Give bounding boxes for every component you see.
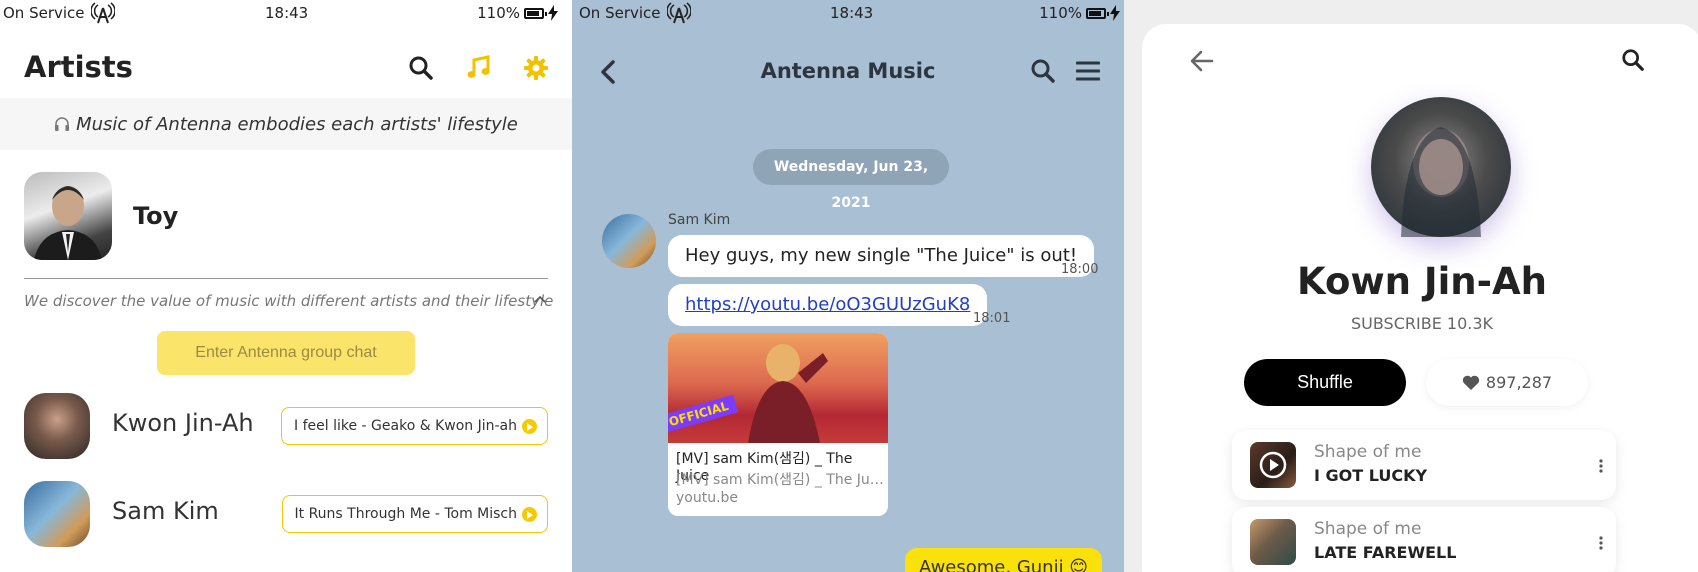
date-separator: Wednesday, Jun 23, 2021: [753, 149, 949, 211]
page-title: Artists: [24, 50, 133, 84]
sender-avatar[interactable]: [602, 214, 656, 268]
battery-indicator: 110%: [1039, 4, 1120, 22]
track-item[interactable]: Shape of me LATE FAREWELL: [1232, 507, 1616, 572]
battery-percent: 110%: [1039, 4, 1082, 22]
profile-name: Kown Jin-Ah: [1297, 260, 1547, 303]
reply-bubble[interactable]: Awesome, Gunji 😊: [905, 548, 1103, 572]
search-icon[interactable]: [1621, 48, 1645, 72]
signal-icon: [90, 2, 116, 28]
artist-avatar: [24, 393, 90, 459]
shuffle-button[interactable]: Shuffle: [1244, 359, 1406, 406]
song-title: It Runs Through Me - Tom Misch: [294, 506, 517, 522]
carrier-label: On Service: [3, 4, 85, 22]
clock: 18:43: [830, 4, 874, 22]
battery-icon: [524, 7, 547, 19]
chevron-up-icon[interactable]: [534, 294, 546, 304]
track-album: Shape of me: [1314, 442, 1422, 462]
menu-icon[interactable]: [1076, 60, 1100, 82]
message-bubble[interactable]: Hey guys, my new single "The Juice" is o…: [668, 235, 1095, 277]
intro-banner: Music of Antenna embodies each artists' …: [0, 98, 572, 150]
track-cover: [1250, 519, 1296, 565]
sender-name: Sam Kim: [668, 212, 731, 228]
like-count: 897,287: [1485, 373, 1553, 392]
profile-avatar: [1371, 97, 1511, 237]
battery-percent: 110%: [477, 4, 520, 22]
artists-screen: On Service 18:43 110% Artists Music of A…: [0, 0, 572, 572]
track-album: Shape of me: [1314, 519, 1422, 539]
track-title: I GOT LUCKY: [1314, 466, 1428, 485]
featured-description: We discover the value of music with diff…: [24, 292, 554, 310]
video-thumbnail[interactable]: OFFICIAL: [668, 333, 888, 443]
clock: 18:43: [265, 4, 309, 22]
chat-screen: On Service 18:43 110% Antenna Music Wedn…: [572, 0, 1124, 572]
search-icon[interactable]: [1030, 58, 1056, 84]
search-icon[interactable]: [408, 55, 434, 81]
artist-name: Sam Kim: [112, 497, 219, 525]
artist-avatar: [24, 481, 90, 547]
profile-card: Kown Jin-Ah SUBSCRIBE 10.3K Shuffle 897,…: [1142, 24, 1698, 572]
like-button[interactable]: 897,287: [1426, 359, 1588, 406]
artist-name: Kwon Jin-Ah: [112, 409, 254, 437]
charging-icon: [548, 5, 558, 21]
track-cover: [1250, 442, 1296, 488]
preview-subtitle: [MV] sam Kim(샘김) _ The Juice: [676, 472, 884, 488]
play-circle-icon[interactable]: [1250, 442, 1296, 488]
status-bar: On Service 18:43 110%: [572, 0, 1124, 28]
featured-artist-photo[interactable]: [24, 172, 112, 260]
gear-icon[interactable]: [523, 55, 549, 81]
enter-group-chat-button[interactable]: Enter Antenna group chat: [157, 331, 415, 375]
link-preview-card[interactable]: OFFICIAL [MV] sam Kim(샘김) _ The Juice [M…: [668, 333, 888, 516]
message-time: 18:01: [973, 311, 1011, 326]
subscriber-count: SUBSCRIBE 10.3K: [1350, 314, 1493, 333]
artist-row[interactable]: Sam Kim It Runs Through Me - Tom Misch: [24, 481, 548, 547]
track-title: LATE FAREWELL: [1314, 543, 1457, 562]
headphones-icon: [55, 117, 70, 131]
youtube-link[interactable]: https://youtu.be/oO3GUUzGuK8: [685, 294, 970, 315]
song-pill[interactable]: I feel like - Geako & Kwon Jin-ah: [281, 407, 548, 445]
play-icon[interactable]: [522, 507, 537, 522]
preview-domain: youtu.be: [676, 490, 739, 506]
battery-indicator: 110%: [477, 4, 558, 22]
artist-row[interactable]: Kwon Jin-Ah I feel like - Geako & Kwon J…: [24, 393, 548, 459]
banner-text: Music of Antenna embodies each artists' …: [76, 113, 518, 135]
link-bubble[interactable]: https://youtu.be/oO3GUUzGuK8: [668, 284, 988, 326]
charging-icon: [1110, 5, 1120, 21]
song-title: I feel like - Geako & Kwon Jin-ah: [294, 418, 517, 434]
status-bar: On Service 18:43 110%: [0, 0, 572, 28]
play-icon[interactable]: [522, 419, 537, 434]
artist-profile-screen: Kown Jin-Ah SUBSCRIBE 10.3K Shuffle 897,…: [1124, 0, 1698, 572]
featured-artist-name[interactable]: Toy: [133, 202, 178, 230]
signal-icon: [666, 2, 692, 28]
back-arrow-icon[interactable]: [1190, 50, 1214, 72]
carrier-label: On Service: [579, 4, 661, 22]
song-pill[interactable]: It Runs Through Me - Tom Misch: [281, 495, 548, 533]
more-vertical-icon[interactable]: [1598, 458, 1604, 474]
divider: [24, 278, 548, 279]
track-item[interactable]: Shape of me I GOT LUCKY: [1232, 430, 1616, 500]
message-time: 18:00: [1061, 262, 1099, 277]
heart-icon: [1462, 375, 1480, 390]
more-vertical-icon[interactable]: [1598, 535, 1604, 551]
battery-icon: [1086, 7, 1109, 19]
music-note-icon[interactable]: [466, 55, 492, 81]
